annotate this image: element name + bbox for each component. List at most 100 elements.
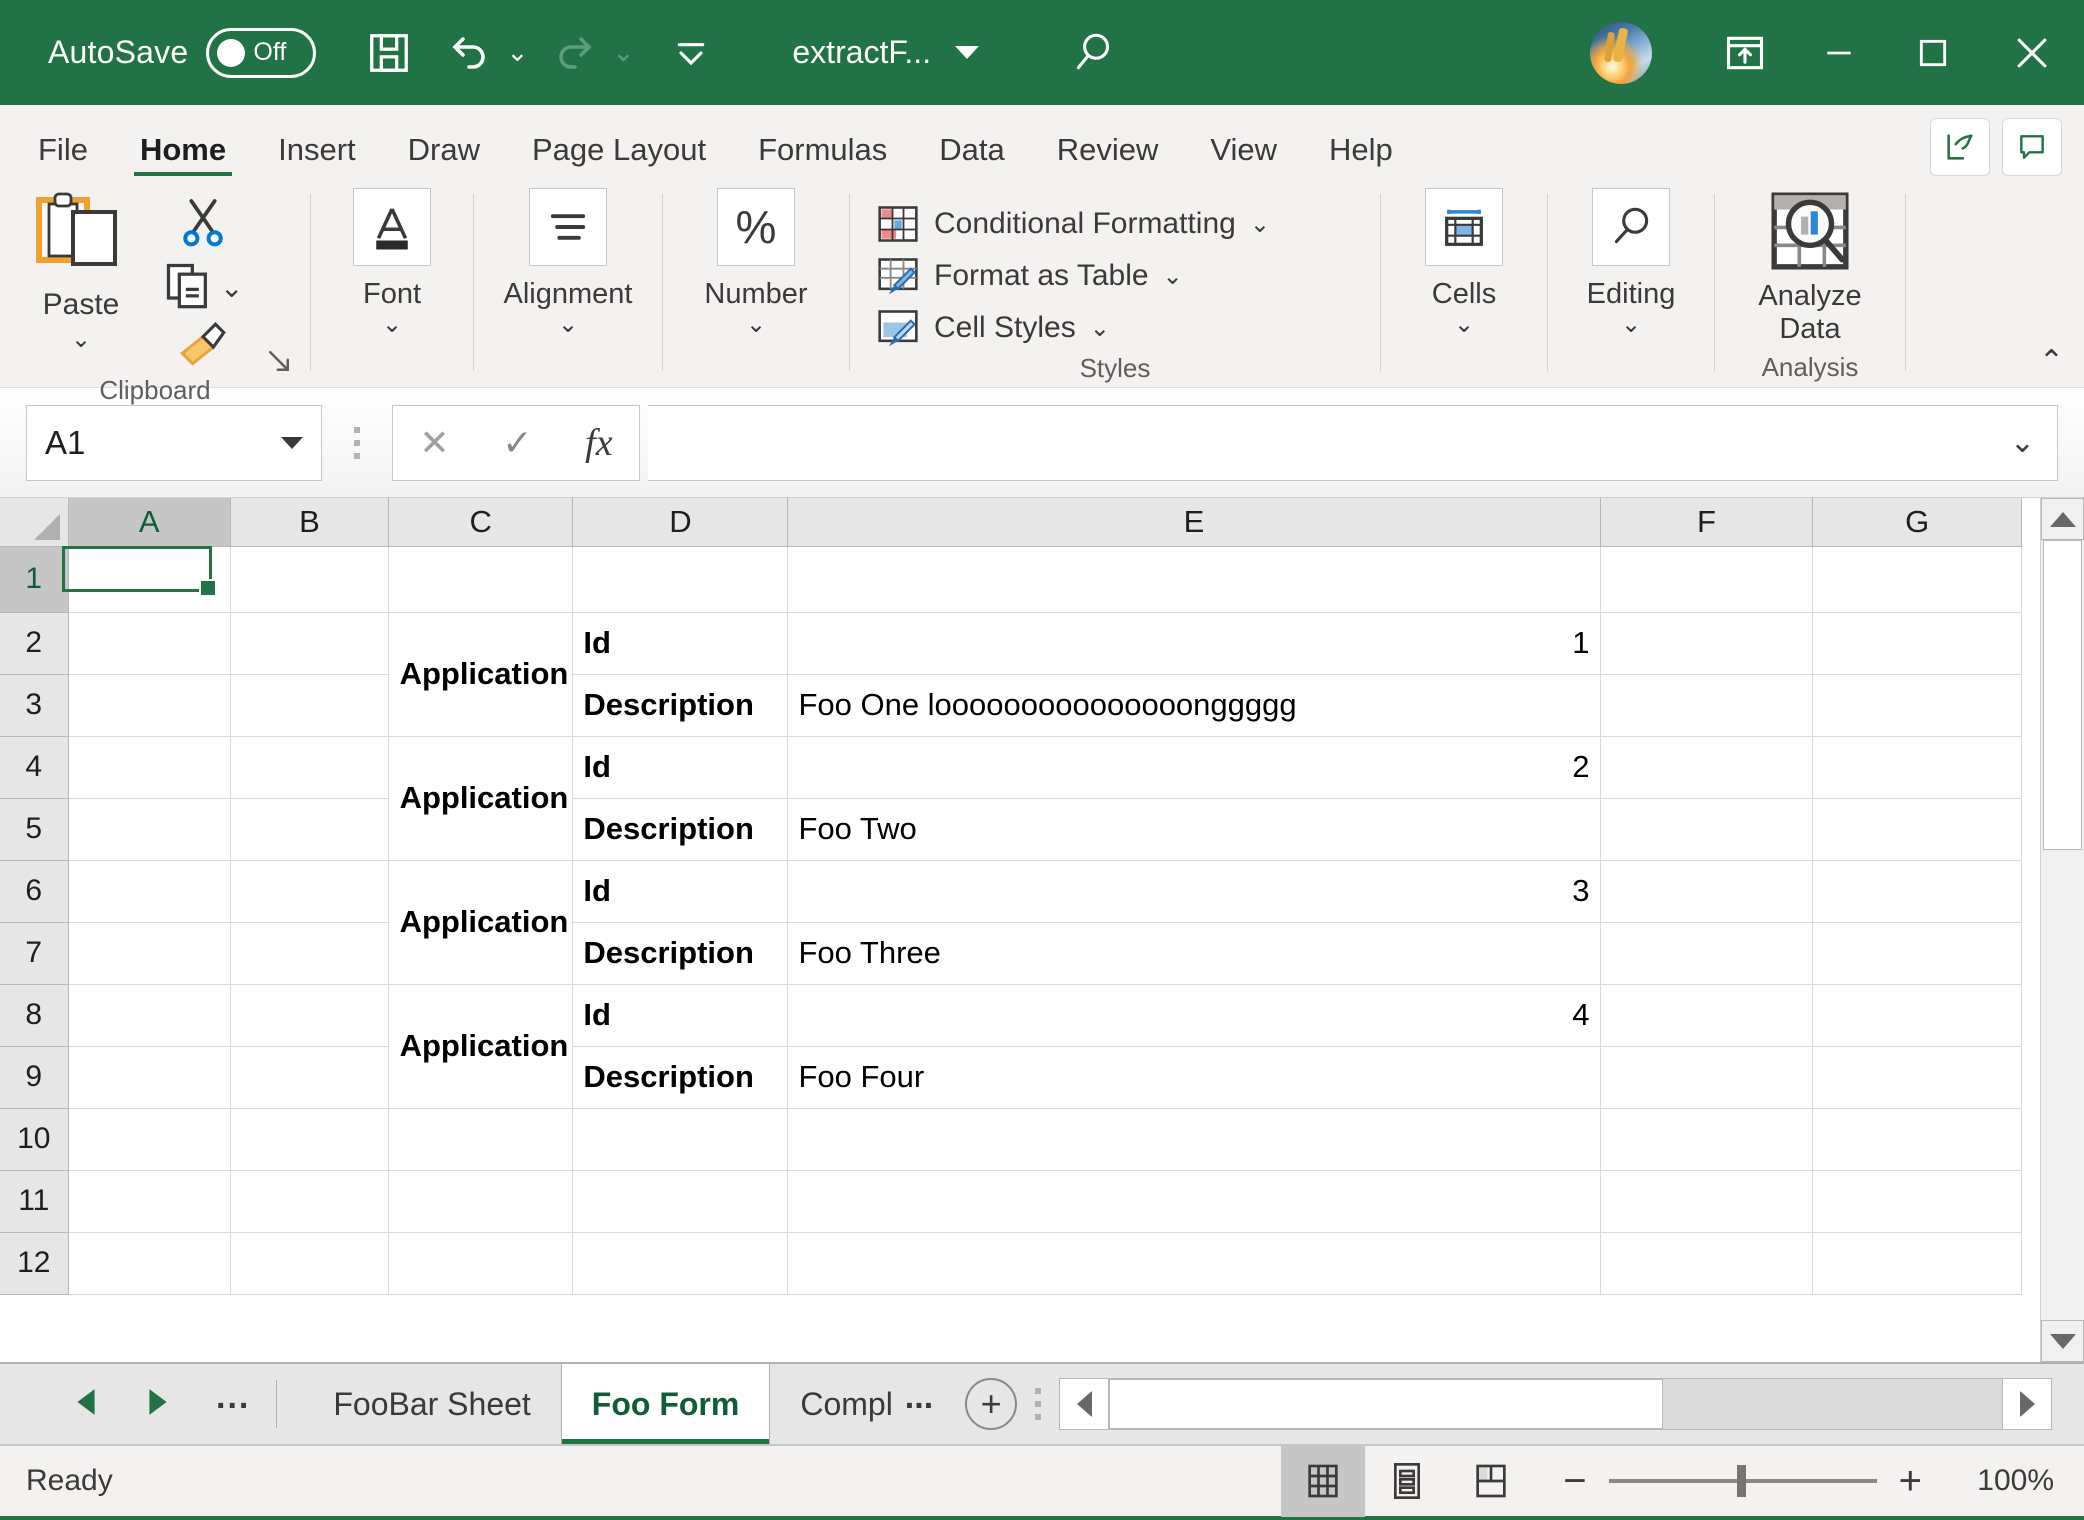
cell-e1[interactable] [787, 545, 1601, 613]
cell-e5-description-value[interactable]: Foo Two [787, 797, 1601, 861]
cell-e7-description-value[interactable]: Foo Three [787, 921, 1601, 985]
cell-e9-description-value[interactable]: Foo Four [787, 1045, 1601, 1109]
row-header-4[interactable]: 4 [0, 735, 69, 799]
cell-e2-id-value[interactable]: 1 [787, 611, 1601, 675]
cell-a9[interactable] [67, 1045, 231, 1109]
cell-e11[interactable] [787, 1169, 1601, 1233]
ribbon-display-options-icon[interactable] [1698, 0, 1792, 105]
sheet-tab-splitter[interactable] [1035, 1388, 1042, 1420]
copy-button[interactable] [162, 259, 214, 316]
cell-g5[interactable] [1812, 797, 2022, 861]
select-all-corner[interactable] [0, 498, 69, 547]
cell-e8-id-value[interactable]: 4 [787, 983, 1601, 1047]
sheet-tab-foo-form[interactable]: Foo Form [560, 1364, 771, 1444]
cell-c4-merged-application-2[interactable]: Application [387, 735, 574, 861]
document-title-dropdown-icon[interactable] [955, 46, 980, 59]
cell-b11[interactable] [229, 1169, 389, 1233]
tab-insert[interactable]: Insert [278, 132, 356, 180]
worksheet-grid[interactable]: A B C D E F G 1 2 Application Id 1 3 Des… [0, 498, 2040, 1362]
all-sheets-menu-icon[interactable]: ... [216, 1378, 250, 1431]
cell-f5[interactable] [1599, 797, 1814, 861]
cancel-icon[interactable]: ✕ [419, 422, 449, 464]
cell-d5-description-label[interactable]: Description [572, 797, 789, 861]
row-header-3[interactable]: 3 [0, 673, 69, 737]
scroll-up-button[interactable] [2041, 498, 2084, 540]
horizontal-scroll-track[interactable] [1109, 1378, 2002, 1430]
cell-c12[interactable] [387, 1231, 574, 1295]
column-header-c[interactable]: C [387, 498, 574, 547]
row-header-2[interactable]: 2 [0, 611, 69, 675]
cell-b1[interactable] [229, 545, 389, 613]
cell-f1[interactable] [1599, 545, 1814, 613]
redo-icon[interactable] [544, 22, 606, 84]
cell-d9-description-label[interactable]: Description [572, 1045, 789, 1109]
zoom-in-button[interactable]: + [1899, 1461, 1922, 1501]
cell-b5[interactable] [229, 797, 389, 861]
cell-a10[interactable] [67, 1107, 231, 1171]
tab-help[interactable]: Help [1329, 132, 1393, 180]
row-header-12[interactable]: 12 [0, 1231, 69, 1295]
zoom-slider-thumb[interactable] [1737, 1465, 1747, 1497]
normal-view-icon[interactable] [1281, 1445, 1366, 1517]
cell-a1[interactable] [67, 545, 231, 613]
row-header-11[interactable]: 11 [0, 1169, 69, 1233]
cell-a8[interactable] [67, 983, 231, 1047]
cell-e3-description-value[interactable]: Foo One looooooooooooooonggggg [787, 673, 1601, 737]
dialog-launcher-icon[interactable] [264, 346, 294, 381]
paste-button[interactable]: Paste ⌄ [14, 188, 148, 352]
minimize-button[interactable] [1792, 0, 1886, 105]
cell-e10[interactable] [787, 1107, 1601, 1171]
number-button[interactable]: % Number ⌄ [691, 188, 821, 337]
cell-d8-id-label[interactable]: Id [572, 983, 789, 1047]
paste-dropdown-caret[interactable]: ⌄ [71, 328, 91, 352]
cell-b4[interactable] [229, 735, 389, 799]
formula-bar-grip[interactable] [340, 426, 374, 459]
collapse-ribbon-button[interactable]: ⌃ [2039, 344, 2064, 379]
formula-input[interactable]: ⌄ [648, 404, 2058, 481]
name-box-dropdown-icon[interactable] [281, 436, 303, 449]
redo-dropdown-icon[interactable]: ⌄ [606, 37, 640, 68]
cell-d3-description-label[interactable]: Description [572, 673, 789, 737]
copy-dropdown-caret[interactable]: ⌄ [220, 273, 243, 302]
alignment-button[interactable]: Alignment ⌄ [503, 188, 633, 337]
editing-button[interactable]: Editing ⌄ [1566, 188, 1696, 337]
column-header-b[interactable]: B [229, 498, 389, 547]
format-as-table-button[interactable]: Format as Table ⌄ [876, 254, 1270, 298]
previous-sheet-icon[interactable] [72, 1387, 100, 1422]
cell-styles-button[interactable]: Cell Styles ⌄ [876, 306, 1270, 350]
cell-g3[interactable] [1812, 673, 2022, 737]
sheet-tab-compl[interactable]: Compl [770, 1364, 898, 1444]
cell-f2[interactable] [1599, 611, 1814, 675]
cell-c1[interactable] [387, 545, 574, 613]
tab-formulas[interactable]: Formulas [758, 132, 887, 180]
cell-f10[interactable] [1599, 1107, 1814, 1171]
autosave-toggle[interactable]: Off [206, 27, 317, 78]
vertical-scrollbar[interactable] [2040, 498, 2084, 1362]
cell-a3[interactable] [67, 673, 231, 737]
column-header-e[interactable]: E [787, 498, 1601, 547]
cell-g7[interactable] [1812, 921, 2022, 985]
vertical-scroll-thumb[interactable] [2043, 540, 2082, 850]
cell-styles-caret[interactable]: ⌄ [1090, 314, 1110, 343]
row-header-6[interactable]: 6 [0, 859, 69, 923]
zoom-slider[interactable] [1608, 1465, 1877, 1497]
cell-a6[interactable] [67, 859, 231, 923]
cell-d7-description-label[interactable]: Description [572, 921, 789, 985]
cell-f3[interactable] [1599, 673, 1814, 737]
format-painter-button[interactable] [176, 320, 230, 375]
cell-c10[interactable] [387, 1107, 574, 1171]
cell-b12[interactable] [229, 1231, 389, 1295]
tab-review[interactable]: Review [1057, 132, 1159, 180]
sheet-tab-foobar-sheet[interactable]: FooBar Sheet [303, 1364, 560, 1444]
cell-a7[interactable] [67, 921, 231, 985]
zoom-out-button[interactable]: − [1563, 1461, 1586, 1501]
comments-icon[interactable] [2002, 118, 2062, 176]
page-layout-view-icon[interactable] [1365, 1445, 1449, 1517]
next-sheet-icon[interactable] [144, 1387, 172, 1422]
undo-dropdown-icon[interactable]: ⌄ [500, 37, 534, 68]
cell-g1[interactable] [1812, 545, 2022, 613]
row-header-8[interactable]: 8 [0, 983, 69, 1047]
horizontal-scrollbar[interactable] [1059, 1364, 2084, 1444]
conditional-formatting-button[interactable]: Conditional Formatting ⌄ [876, 202, 1270, 246]
number-caret[interactable]: ⌄ [746, 313, 766, 337]
